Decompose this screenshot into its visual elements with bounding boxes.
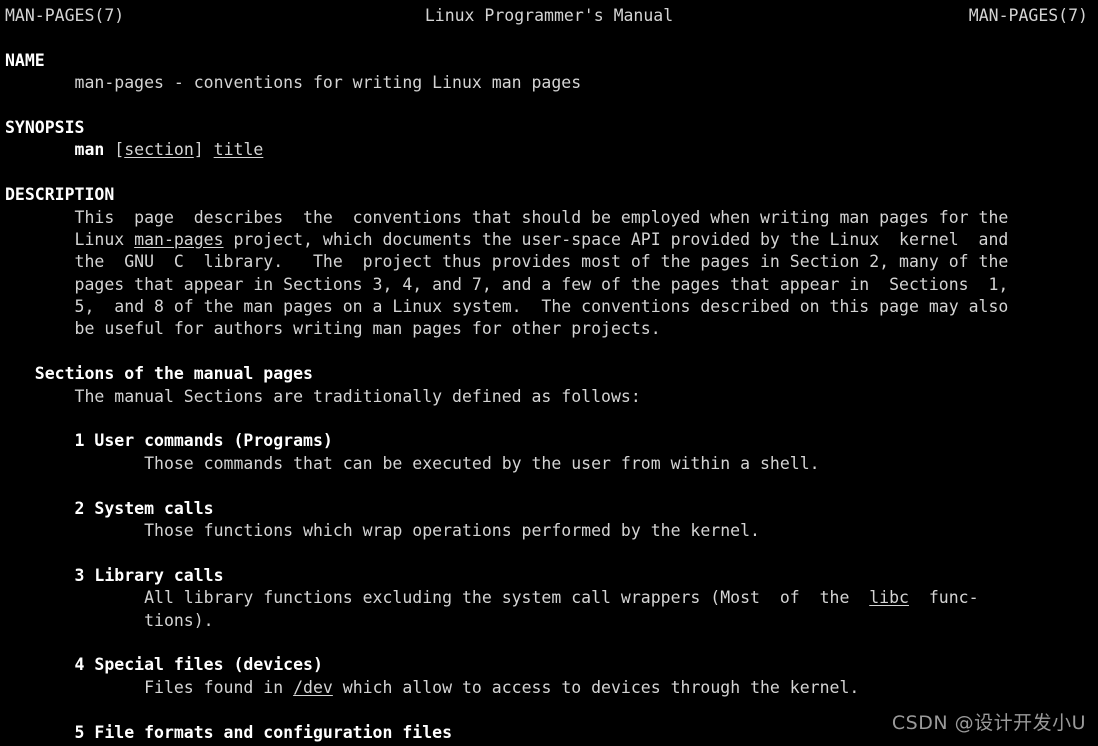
subsection-heading-sections-of-manual-pages: Sections of the manual pages — [5, 364, 313, 384]
terminal-window: MAN-PAGES(7) Linux Programmer's Manual M… — [0, 0, 1098, 746]
description-line: be useful for authors writing man pages … — [5, 319, 661, 339]
link-dev-path: /dev — [293, 677, 333, 697]
subsection-intro: The manual Sections are traditionally de… — [5, 386, 641, 406]
description-text-post: project, which documents the user-space … — [223, 229, 1009, 249]
section-body-name: man-pages - conventions for writing Linu… — [5, 73, 582, 93]
manual-section-title-1: 1 User commands (Programs) — [5, 431, 333, 451]
header-left-title: MAN-PAGES(7) — [5, 6, 125, 25]
section-heading-name: NAME — [5, 50, 45, 70]
header-right-title: MAN-PAGES(7) — [968, 6, 1088, 25]
section-heading-synopsis: SYNOPSIS — [5, 117, 85, 137]
synopsis-arg-section: section — [124, 140, 194, 160]
synopsis-bracket-close: ] — [193, 140, 214, 160]
description-text-pre: Linux — [5, 229, 135, 249]
body-text-post: func- — [909, 588, 979, 608]
description-line: 5, and 8 of the man pages on a Linux sys… — [5, 297, 1009, 317]
body-text-post: which allow to access to devices through… — [332, 677, 860, 697]
description-line: This page describes the conventions that… — [5, 207, 1009, 227]
man-page-content: MAN-PAGES(7) Linux Programmer's Manual M… — [0, 0, 1098, 744]
manual-section-title-5: 5 File formats and configuration files — [5, 722, 453, 742]
man-page-header: MAN-PAGES(7) Linux Programmer's Manual M… — [0, 5, 1098, 27]
manual-section-title-2: 2 System calls — [5, 498, 214, 518]
manual-section-title-4: 4 Special files (devices) — [5, 655, 323, 675]
manual-section-body-1: Those commands that can be executed by t… — [5, 453, 820, 473]
synopsis-command: man — [74, 140, 105, 160]
manual-section-body-2: Those functions which wrap operations pe… — [5, 520, 760, 540]
link-libc: libc — [869, 588, 909, 608]
body-text-pre: All library functions excluding the syst… — [5, 588, 870, 608]
manual-section-body-4: Files found in /dev which allow to acces… — [0, 677, 1098, 699]
synopsis-bracket-open: [ — [104, 140, 125, 160]
manual-section-body-3-cont: tions). — [5, 610, 214, 630]
link-man-pages: man-pages — [134, 229, 224, 249]
synopsis-indent — [5, 140, 75, 159]
section-heading-description: DESCRIPTION — [5, 185, 115, 205]
description-line: Linux man-pages project, which documents… — [0, 229, 1098, 251]
description-line: the GNU C library. The project thus prov… — [5, 252, 1009, 272]
description-line: pages that appear in Sections 3, 4, and … — [5, 274, 1009, 294]
section-body-synopsis: man [section] title — [0, 139, 1098, 161]
manual-section-body-3: All library functions excluding the syst… — [0, 587, 1098, 609]
manual-section-title-3: 3 Library calls — [5, 565, 224, 585]
header-center-title: Linux Programmer's Manual — [424, 6, 674, 25]
body-text-pre: Files found in — [5, 677, 294, 697]
synopsis-arg-title: title — [213, 140, 264, 160]
